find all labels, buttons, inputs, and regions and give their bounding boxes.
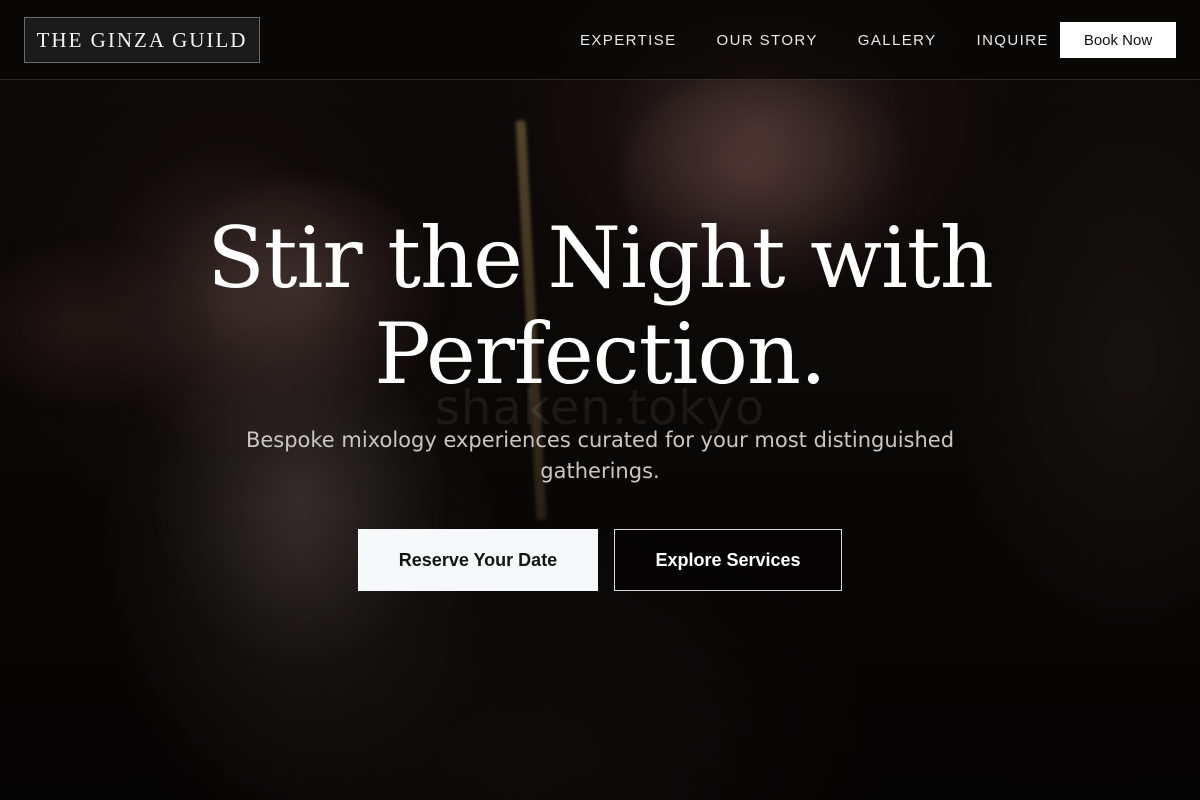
brand-logo[interactable]: THE GINZA GUILD: [24, 17, 260, 63]
brand-logo-text: THE GINZA GUILD: [36, 27, 248, 52]
explore-services-button[interactable]: Explore Services: [614, 529, 842, 591]
nav-link-gallery[interactable]: GALLERY: [858, 32, 937, 49]
hero-title-line-2: Perfection.: [374, 305, 826, 403]
main-nav: EXPERTISE OUR STORY GALLERY INQUIRE: [560, 0, 1069, 80]
nav-link-inquire[interactable]: INQUIRE: [977, 32, 1049, 49]
book-now-button[interactable]: Book Now: [1060, 22, 1176, 58]
hero-subtitle: Bespoke mixology experiences curated for…: [245, 428, 955, 483]
hero-title-line-1: Stir the Night with: [207, 209, 994, 307]
landing-page: shaken.tokyo THE GINZA GUILD EXPERTISE O…: [0, 0, 1200, 800]
hero-title: Stir the Night with Perfection.: [0, 210, 1200, 402]
nav-link-expertise[interactable]: EXPERTISE: [580, 32, 677, 49]
reserve-date-button[interactable]: Reserve Your Date: [358, 529, 598, 591]
nav-link-our-story[interactable]: OUR STORY: [717, 32, 818, 49]
site-header: THE GINZA GUILD EXPERTISE OUR STORY GALL…: [0, 0, 1200, 80]
